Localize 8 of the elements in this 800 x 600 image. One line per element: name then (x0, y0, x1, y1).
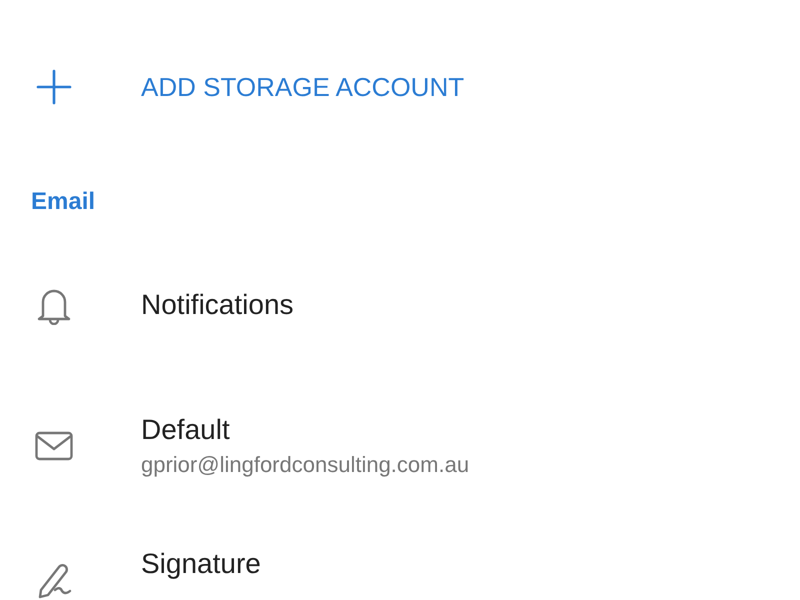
add-storage-account-button[interactable]: ADD STORAGE ACCOUNT (141, 72, 464, 102)
envelope-icon (35, 431, 73, 461)
section-header: Email (31, 188, 96, 216)
plus-icon (35, 68, 73, 106)
setting-title[interactable]: Signature (141, 548, 261, 580)
setting-value: gprior@lingfordconsulting.com.au (141, 452, 470, 478)
setting-title[interactable]: Default (141, 414, 470, 446)
setting-title[interactable]: Notifications (141, 289, 294, 321)
